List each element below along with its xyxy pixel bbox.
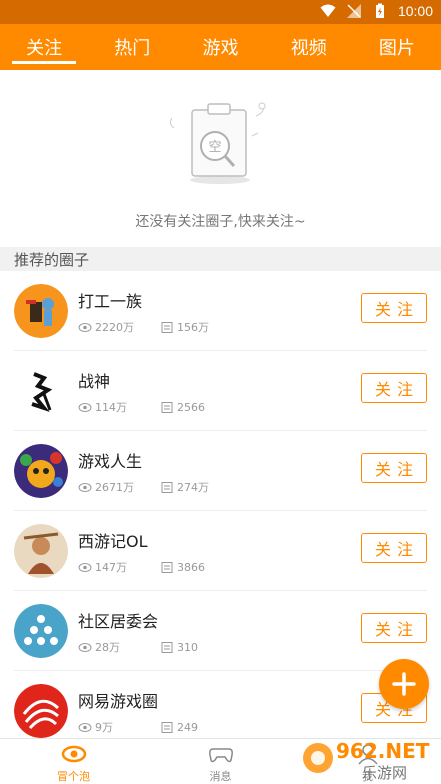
circle-name: 西游记OL (78, 532, 148, 551)
status-icons: 10:00 (320, 3, 433, 19)
watermark-text: 962.NET (336, 739, 430, 763)
section-header: 推荐的圈子 (0, 247, 441, 271)
circle-stats: 9万 249 (78, 719, 242, 735)
view-count: 28万 (95, 641, 120, 654)
add-post-button[interactable] (379, 659, 429, 709)
circle-stats: 2671万 274万 (78, 479, 242, 495)
empty-message: 还没有关注圈子,快来关注~ (135, 214, 306, 230)
watermark-logo: 962.NET 乐游网 (303, 739, 430, 782)
eye-nav-icon (61, 745, 86, 763)
tab-games[interactable]: 游戏 (176, 24, 264, 70)
tab-images[interactable]: 图片 (353, 24, 441, 70)
empty-clipboard-icon: 空 (169, 102, 266, 184)
circle-avatar-netease[interactable] (14, 684, 68, 738)
circle-avatar-community[interactable] (14, 604, 68, 658)
post-count: 156万 (177, 321, 209, 334)
follow-button[interactable]: 关注 (361, 293, 427, 323)
gamepad-icon (208, 748, 233, 763)
eye-icon (78, 642, 92, 652)
circle-name: 游戏人生 (78, 452, 143, 471)
nav-label: 冒个泡 (57, 770, 90, 783)
view-count: 2671万 (95, 481, 134, 494)
eye-icon (78, 722, 92, 732)
battery-icon (375, 3, 384, 18)
follow-button[interactable]: 关注 (361, 453, 427, 483)
view-count: 2220万 (95, 321, 134, 334)
circle-stats: 2220万 156万 (78, 319, 242, 335)
circle-avatar-xiyouji[interactable] (14, 524, 68, 578)
nav-bubble[interactable]: 冒个泡 (0, 739, 147, 784)
no-signal-icon (346, 4, 361, 18)
empty-illustration-text: 空 (208, 140, 221, 155)
follow-button[interactable]: 关注 (361, 373, 427, 403)
circle-name: 社区居委会 (78, 612, 159, 631)
eye-icon (78, 322, 92, 332)
post-icon (161, 401, 173, 413)
circle-avatar-game-life[interactable] (14, 444, 68, 498)
tab-follow[interactable]: 关注 (0, 24, 88, 70)
circle-avatar-zhanshen[interactable] (14, 364, 68, 418)
status-time: 10:00 (397, 3, 433, 19)
top-tab-bar: 关注 热门 游戏 视频 图片 (0, 24, 441, 70)
eye-icon (78, 402, 92, 412)
post-count: 274万 (177, 481, 209, 494)
circle-name: 网易游戏圈 (78, 692, 159, 711)
post-icon (161, 561, 173, 573)
view-count: 9万 (95, 721, 113, 734)
post-count: 3866 (177, 560, 205, 574)
circle-stats: 28万 310 (78, 639, 242, 655)
follow-button[interactable]: 关注 (361, 533, 427, 563)
post-count: 310 (177, 640, 198, 654)
watermark-subtext: 乐游网 (362, 764, 407, 782)
list-item[interactable]: 西游记OL 147万 3866 关注 (14, 511, 427, 591)
empty-state: 空 还没有关注圈子,快来关注~ (0, 70, 441, 247)
circle-list: 打工一族 2220万 156万 关注 战神 114万 2566 关注 游戏人生 … (0, 271, 441, 751)
circle-name: 打工一族 (78, 292, 143, 311)
tab-videos[interactable]: 视频 (265, 24, 353, 70)
circle-stats: 114万 2566 (78, 399, 242, 415)
eye-icon (78, 562, 92, 572)
nav-messages[interactable]: 消息 (147, 739, 294, 784)
view-count: 114万 (95, 401, 127, 414)
circle-name: 战神 (78, 372, 111, 391)
plus-icon (392, 672, 416, 696)
post-icon (161, 641, 173, 653)
post-icon (161, 481, 173, 493)
view-count: 147万 (95, 561, 127, 574)
wifi-icon (320, 4, 336, 17)
tab-hot[interactable]: 热门 (88, 24, 176, 70)
eye-icon (78, 482, 92, 492)
post-count: 249 (177, 720, 198, 734)
list-item[interactable]: 战神 114万 2566 关注 (14, 351, 427, 431)
list-item[interactable]: 打工一族 2220万 156万 关注 (14, 271, 427, 351)
section-title: 推荐的圈子 (14, 251, 90, 269)
follow-button[interactable]: 关注 (361, 613, 427, 643)
status-bar: 10:00 (0, 0, 441, 24)
circle-stats: 147万 3866 (78, 559, 242, 575)
list-item[interactable]: 游戏人生 2671万 274万 关注 (14, 431, 427, 511)
post-icon (161, 321, 173, 333)
circle-avatar-worker[interactable] (14, 284, 68, 338)
post-icon (161, 721, 173, 733)
post-count: 2566 (177, 400, 205, 414)
list-item[interactable]: 社区居委会 28万 310 关注 (14, 591, 427, 671)
nav-label: 消息 (209, 770, 232, 783)
